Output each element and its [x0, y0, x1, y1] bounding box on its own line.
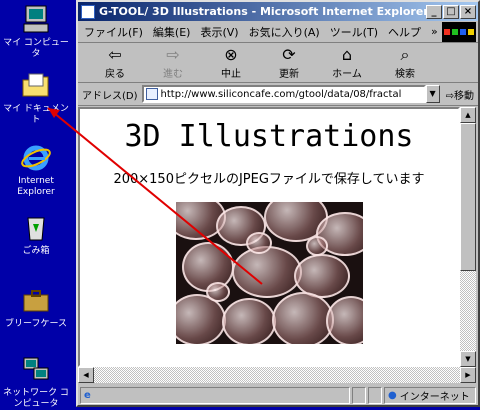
desktop-icon-label: マイ コンピュータ	[3, 38, 69, 59]
status-cell-empty	[368, 386, 382, 404]
home-icon: ⌂	[341, 45, 353, 64]
zone-label: インターネット	[399, 391, 470, 403]
home-button[interactable]: ⌂ ホーム	[318, 45, 376, 80]
network-computers-icon	[20, 354, 52, 386]
minimize-button[interactable]: _	[426, 4, 442, 19]
briefcase-icon	[20, 285, 52, 317]
scroll-up-button[interactable]: ▲	[460, 107, 476, 123]
scroll-down-button[interactable]: ▼	[460, 351, 476, 367]
back-label: 戻る	[105, 69, 125, 80]
menu-favorites[interactable]: お気に入り(A)	[249, 24, 320, 40]
computer-icon	[20, 4, 52, 36]
desktop-icon-my-documents[interactable]: マイ ドキュメント	[0, 70, 72, 126]
standard-toolbar: ⇦ 戻る ⇨ 進む ⊗ 中止 ⟳ 更新 ⌂ ホーム ⌕ 検索	[78, 43, 478, 83]
scroll-thumb[interactable]	[460, 123, 476, 271]
desktop-icon-label: Internet Explorer	[17, 176, 55, 197]
desktop-icon-internet-explorer[interactable]: Internet Explorer	[0, 142, 72, 198]
refresh-icon: ⟳	[282, 45, 296, 64]
desktop-icon-label: ごみ箱	[22, 246, 50, 256]
browser-window: G-TOOL/ 3D Illustrations - Microsoft Int…	[76, 0, 480, 407]
forward-arrow-icon: ⇨	[166, 45, 180, 64]
menu-file[interactable]: ファイル(F)	[84, 24, 143, 40]
status-zone-cell: ● インターネット	[384, 386, 476, 404]
page-heading: 3D Illustrations	[124, 119, 414, 154]
desktop-icon-recycle-bin[interactable]: ごみ箱	[0, 212, 72, 257]
recycle-bin-icon	[20, 212, 52, 244]
go-button[interactable]: ⇨移動	[446, 87, 474, 102]
ie-page-icon	[81, 4, 95, 19]
fractal-image	[176, 202, 363, 344]
address-dropdown-button[interactable]: ▼	[425, 85, 440, 103]
maximize-button[interactable]: □	[443, 4, 459, 19]
desktop-icon-label: ブリーフケース	[4, 319, 67, 329]
folder-icon	[20, 70, 52, 102]
status-bar: e ● インターネット	[78, 385, 478, 405]
menu-view[interactable]: 表示(V)	[200, 24, 238, 40]
forward-label: 進む	[163, 69, 183, 80]
page-content: 3D Illustrations 200×150ピクセルのJPEGファイルで保存…	[78, 107, 460, 367]
desktop-icon-briefcase[interactable]: ブリーフケース	[0, 285, 72, 330]
desktop-icon-my-computer[interactable]: マイ コンピュータ	[0, 4, 72, 60]
ie-status-icon: e	[84, 389, 91, 401]
menu-bar: ファイル(F) 編集(E) 表示(V) お気に入り(A) ツール(T) ヘルプ …	[78, 21, 478, 43]
globe-icon: ●	[388, 389, 397, 401]
stop-label: 中止	[221, 69, 241, 80]
desktop-icon-label: マイ ドキュメント	[3, 104, 69, 125]
horizontal-scrollbar[interactable]: ◀ ▶	[78, 367, 476, 383]
page-description: 200×150ピクセルのJPEGファイルで保存しています	[113, 172, 425, 187]
search-icon: ⌕	[400, 45, 410, 64]
address-label: アドレス(D)	[82, 90, 138, 102]
home-label: ホーム	[332, 69, 362, 80]
refresh-button[interactable]: ⟳ 更新	[260, 45, 318, 80]
address-url: http://www.siliconcafe.com/gtool/data/08…	[160, 88, 402, 100]
stop-button[interactable]: ⊗ 中止	[202, 45, 260, 80]
scroll-left-button[interactable]: ◀	[78, 367, 94, 383]
search-button[interactable]: ⌕ 検索	[376, 45, 434, 80]
status-cell-empty	[352, 386, 366, 404]
back-button[interactable]: ⇦ 戻る	[86, 45, 144, 80]
menu-tools[interactable]: ツール(T)	[330, 24, 378, 40]
close-button[interactable]: ×	[460, 4, 476, 19]
status-message-cell: e	[80, 386, 350, 404]
address-bar: アドレス(D) http://www.siliconcafe.com/gtool…	[78, 83, 478, 106]
go-label: 移動	[454, 90, 474, 102]
menu-overflow-chevron[interactable]: »	[431, 25, 438, 38]
page-icon	[145, 88, 158, 100]
vertical-scrollbar[interactable]: ▲ ▼	[460, 107, 476, 367]
back-arrow-icon: ⇦	[108, 45, 122, 64]
stop-icon: ⊗	[224, 45, 238, 64]
search-label: 検索	[395, 69, 415, 80]
window-title: G-TOOL/ 3D Illustrations - Microsoft Int…	[99, 5, 426, 18]
menu-edit[interactable]: 編集(E)	[153, 24, 191, 40]
desktop-icon-network[interactable]: ネットワーク コンピュータ	[0, 354, 72, 410]
go-arrow-icon: ⇨	[445, 90, 454, 102]
title-bar[interactable]: G-TOOL/ 3D Illustrations - Microsoft Int…	[78, 2, 478, 21]
internet-explorer-icon	[20, 142, 52, 174]
address-input[interactable]: http://www.siliconcafe.com/gtool/data/08…	[141, 85, 426, 103]
forward-button[interactable]: ⇨ 進む	[144, 45, 202, 80]
menu-help[interactable]: ヘルプ	[388, 24, 421, 40]
windows-logo-icon	[442, 22, 476, 42]
scroll-right-button[interactable]: ▶	[460, 367, 476, 383]
refresh-label: 更新	[279, 69, 299, 80]
